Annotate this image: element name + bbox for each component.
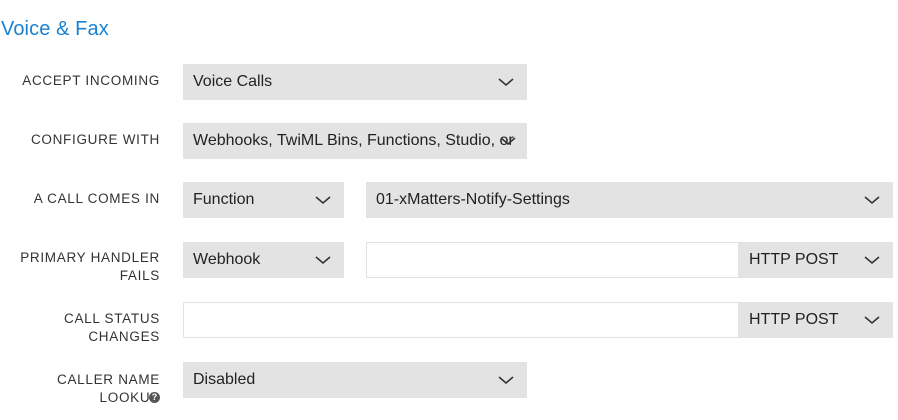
chevron-down-icon bbox=[315, 256, 331, 265]
chevron-down-icon bbox=[864, 196, 880, 205]
primary-handler-fails-label-line1: PRIMARY HANDLER bbox=[20, 250, 160, 265]
primary-handler-url-input[interactable] bbox=[366, 242, 739, 278]
caller-name-lookup-value: Disabled bbox=[193, 371, 256, 388]
question-circle-icon[interactable]: ? bbox=[149, 392, 160, 403]
call-status-changes-label: CALL STATUS CHANGES bbox=[0, 310, 160, 346]
configure-with-value: Webhooks, TwiML Bins, Functions, Studio,… bbox=[193, 132, 514, 149]
primary-handler-type-select[interactable]: Webhook bbox=[183, 242, 344, 278]
primary-handler-type-value: Webhook bbox=[193, 251, 261, 268]
caller-name-lookup-select[interactable]: Disabled bbox=[183, 362, 527, 398]
configure-with-select[interactable]: Webhooks, TwiML Bins, Functions, Studio,… bbox=[183, 123, 527, 159]
call-status-url-input[interactable] bbox=[183, 302, 739, 338]
chevron-down-icon bbox=[864, 316, 880, 325]
call-comes-in-type-value: Function bbox=[193, 191, 255, 208]
chevron-down-icon bbox=[498, 78, 514, 87]
accept-incoming-label: ACCEPT INCOMING bbox=[22, 73, 160, 88]
call-comes-in-function-value: 01-xMatters-Notify-Settings bbox=[376, 191, 570, 208]
call-comes-in-type-select[interactable]: Function bbox=[183, 182, 344, 218]
section-title: Voice & Fax bbox=[1, 18, 109, 40]
primary-handler-method-value: HTTP POST bbox=[749, 251, 839, 268]
call-status-changes-label-line2: CHANGES bbox=[88, 329, 160, 344]
primary-handler-fails-label-line2: FAILS bbox=[119, 268, 160, 283]
call-comes-in-label: A CALL COMES IN bbox=[33, 191, 160, 206]
chevron-down-icon bbox=[498, 376, 514, 385]
chevron-down-icon bbox=[864, 256, 880, 265]
configure-with-label: CONFIGURE WITH bbox=[30, 132, 160, 147]
chevron-down-icon bbox=[500, 137, 516, 146]
caller-name-lookup-label: CALLER NAME LOOKUP bbox=[57, 372, 160, 405]
accept-incoming-value: Voice Calls bbox=[193, 73, 273, 90]
call-status-changes-label-line1: CALL STATUS bbox=[64, 311, 160, 326]
chevron-down-icon bbox=[315, 196, 331, 205]
accept-incoming-select[interactable]: Voice Calls bbox=[183, 64, 527, 100]
call-comes-in-function-select[interactable]: 01-xMatters-Notify-Settings bbox=[366, 182, 893, 218]
call-status-method-select[interactable]: HTTP POST bbox=[739, 302, 893, 338]
primary-handler-fails-label: PRIMARY HANDLER FAILS bbox=[0, 249, 160, 285]
primary-handler-method-select[interactable]: HTTP POST bbox=[739, 242, 893, 278]
call-status-method-value: HTTP POST bbox=[749, 311, 839, 328]
